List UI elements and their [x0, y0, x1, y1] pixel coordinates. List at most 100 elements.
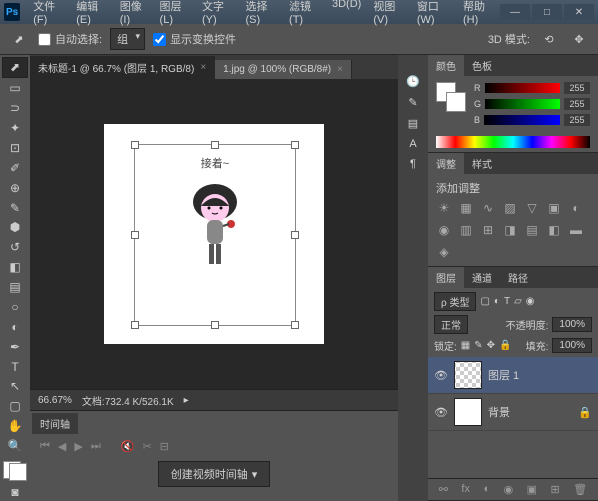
tab-color[interactable]: 颜色 [428, 55, 464, 76]
tab-styles[interactable]: 样式 [464, 153, 500, 174]
poster-icon[interactable]: ▤ [524, 222, 540, 238]
stamp-tool[interactable]: ⬢ [3, 218, 27, 237]
transform-box[interactable]: 接着~ [134, 144, 296, 326]
opacity-value[interactable]: 100% [552, 317, 592, 332]
color-spectrum[interactable] [436, 136, 590, 148]
create-timeline-button[interactable]: 创建视频时间轴 ▾ [158, 461, 271, 487]
photo-icon[interactable]: ◉ [436, 222, 452, 238]
char-panel-icon[interactable]: ▤ [408, 117, 418, 130]
fg-bg-swatches[interactable] [436, 82, 466, 112]
show-transform-checkbox[interactable]: 显示变换控件 [153, 31, 236, 47]
vibrance-icon[interactable]: ▽ [524, 200, 540, 216]
type-tool[interactable]: T [3, 357, 27, 376]
tab-swatches[interactable]: 色板 [464, 55, 500, 76]
brush-panel-icon[interactable]: ✎ [408, 96, 417, 109]
selective-icon[interactable]: ◈ [436, 244, 452, 260]
quickmask-tool[interactable]: ◙ [3, 482, 27, 501]
new-layer-icon[interactable]: ⊞ [551, 483, 560, 496]
menu-3d[interactable]: 3D(D) [327, 0, 366, 28]
heal-tool[interactable]: ⊕ [3, 178, 27, 197]
history-panel-icon[interactable]: 🕒 [406, 75, 420, 88]
lock-paint-icon[interactable]: ✎ [474, 340, 482, 351]
gradient-icon[interactable]: ▬ [568, 222, 584, 238]
color-swatches[interactable] [3, 461, 27, 482]
blur-tool[interactable]: ○ [3, 298, 27, 317]
visibility-icon[interactable]: 👁 [434, 406, 448, 419]
filter-type-icon[interactable]: T [504, 296, 510, 307]
move-tool[interactable]: ⬈ [2, 57, 28, 78]
filter-pixel-icon[interactable]: ▢ [480, 296, 489, 307]
g-slider[interactable] [485, 99, 560, 109]
menu-layer[interactable]: 图层(L) [155, 0, 195, 28]
menu-filter[interactable]: 滤镜(T) [284, 0, 325, 28]
crop-tool[interactable]: ⊡ [3, 139, 27, 158]
pen-tool[interactable]: ✒ [3, 337, 27, 356]
mask-icon[interactable]: ◐ [483, 483, 490, 496]
canvas-area[interactable]: 接着~ [30, 79, 398, 389]
cut-icon[interactable]: ✂ [142, 440, 151, 453]
tab-layers[interactable]: 图层 [428, 267, 464, 288]
invert-icon[interactable]: ◨ [502, 222, 518, 238]
folder-icon[interactable]: ▣ [527, 483, 537, 496]
lock-pos-icon[interactable]: ✥ [487, 340, 495, 351]
play-icon[interactable]: ▶ [74, 440, 82, 453]
3d-orbit-icon[interactable]: ⟲ [538, 28, 560, 50]
layer-item[interactable]: 👁 背景 🔒 [428, 394, 598, 431]
doc-size[interactable]: 文档:732.4 K/526.1K [82, 393, 174, 408]
document-tab-1[interactable]: 未标题-1 @ 66.7% (图层 1, RGB/8) × [30, 56, 215, 79]
handle-n[interactable] [211, 141, 219, 149]
mute-icon[interactable]: 🔇 [121, 440, 135, 453]
exposure-icon[interactable]: ▨ [502, 200, 518, 216]
show-transform-input[interactable] [153, 33, 166, 46]
fill-value[interactable]: 100% [552, 338, 592, 353]
bg-swatch[interactable] [446, 92, 466, 112]
first-frame-icon[interactable]: ⏮ [40, 440, 50, 453]
kind-filter[interactable]: ρ 类型 [434, 292, 476, 311]
menu-type[interactable]: 文字(Y) [197, 0, 239, 28]
mixer-icon[interactable]: ▥ [458, 222, 474, 238]
layer-name[interactable]: 图层 1 [488, 367, 519, 383]
handle-se[interactable] [291, 321, 299, 329]
layer-name[interactable]: 背景 [488, 404, 510, 420]
tab-adjustments[interactable]: 调整 [428, 153, 464, 174]
path-tool[interactable]: ↖ [3, 377, 27, 396]
r-slider[interactable] [485, 83, 561, 93]
hand-tool[interactable]: ✋ [3, 417, 27, 436]
bw-icon[interactable]: ◐ [568, 200, 584, 216]
tab-channels[interactable]: 通道 [464, 267, 500, 288]
zoom-tool[interactable]: 🔍 [3, 437, 27, 456]
filter-shape-icon[interactable]: ▱ [514, 296, 522, 307]
zoom-value[interactable]: 66.67% [38, 395, 72, 406]
b-slider[interactable] [484, 115, 560, 125]
minimize-button[interactable]: — [500, 4, 530, 20]
document-tab-2[interactable]: 1.jpg @ 100% (RGB/8#) × [215, 60, 352, 79]
canvas[interactable]: 接着~ [104, 124, 324, 344]
timeline-tab[interactable]: 时间轴 [32, 413, 78, 434]
adjustment-icon[interactable]: ◉ [504, 483, 514, 496]
delete-icon[interactable]: 🗑 [573, 483, 587, 496]
auto-select-input[interactable] [38, 33, 51, 46]
layer-thumb[interactable] [454, 398, 482, 426]
levels-icon[interactable]: ▦ [458, 200, 474, 216]
blend-mode[interactable]: 正常 [434, 315, 468, 334]
close-icon[interactable]: × [200, 62, 206, 73]
handle-nw[interactable] [131, 141, 139, 149]
close-icon[interactable]: × [337, 64, 343, 75]
filter-adjust-icon[interactable]: ◐ [494, 296, 500, 307]
threshold-icon[interactable]: ◧ [546, 222, 562, 238]
marquee-tool[interactable]: ▭ [3, 79, 27, 98]
link-icon[interactable]: ⚯ [439, 483, 448, 496]
menu-select[interactable]: 选择(S) [241, 0, 283, 28]
handle-e[interactable] [291, 231, 299, 239]
prev-frame-icon[interactable]: ◀ [58, 440, 66, 453]
gradient-tool[interactable]: ▤ [3, 278, 27, 297]
menu-window[interactable]: 窗口(W) [412, 0, 456, 28]
menu-image[interactable]: 图像(I) [115, 0, 153, 28]
history-brush-tool[interactable]: ↺ [3, 238, 27, 257]
menu-help[interactable]: 帮助(H) [458, 0, 500, 28]
dodge-tool[interactable]: ◐ [3, 317, 27, 336]
eraser-tool[interactable]: ◧ [3, 258, 27, 277]
brightness-icon[interactable]: ☀ [436, 200, 452, 216]
3d-pan-icon[interactable]: ✥ [568, 28, 590, 50]
menu-edit[interactable]: 编辑(E) [71, 0, 113, 28]
